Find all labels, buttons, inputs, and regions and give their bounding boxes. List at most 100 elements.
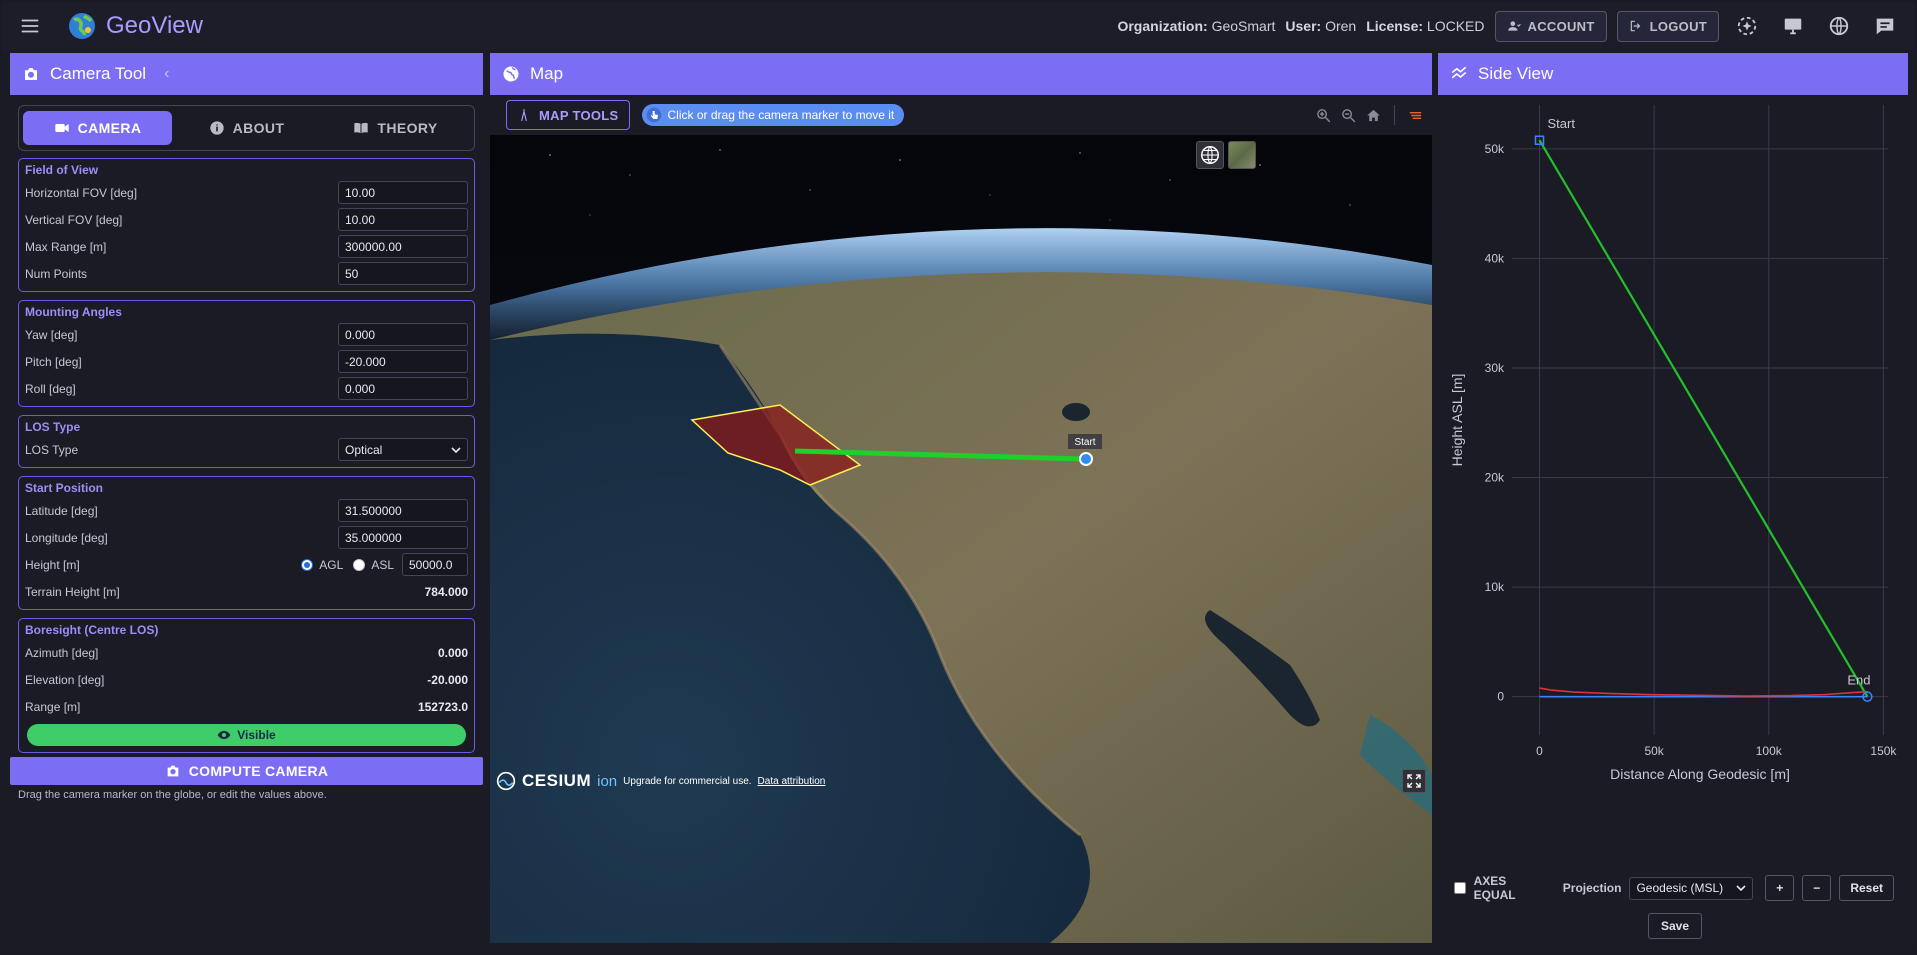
yaw-input[interactable]: 0.000 <box>338 323 468 346</box>
tab-about[interactable]: ABOUT <box>172 111 321 145</box>
fullscreen-button[interactable] <box>1402 769 1426 793</box>
section-title: LOS Type <box>25 420 81 434</box>
app-window: GeoView Organization: GeoSmart User: Ore… <box>2 2 1915 953</box>
height-mode-group: AGL ASL 50000.0 <box>301 553 468 576</box>
save-button[interactable]: Save <box>1648 913 1703 939</box>
camera-icon <box>25 68 37 80</box>
globe-icon <box>503 66 519 82</box>
side-view-plot[interactable]: 0 10k 20k 30k 40k 50k 0 50k 100k 150k Distance Alo… <box>1438 95 1908 921</box>
toolbar-divider <box>1394 105 1395 125</box>
field-of-view-section: Field of View Horizontal FOV [deg] 10.00… <box>18 158 475 292</box>
profile-chart-icon <box>1451 66 1467 79</box>
elevation-row: Elevation [deg] -20.000 <box>25 666 468 693</box>
azimuth-row: Azimuth [deg] 0.000 <box>25 639 468 666</box>
start-marker-label: Start <box>1074 437 1095 448</box>
range-value: 152723.0 <box>417 699 468 714</box>
home-icon[interactable] <box>1365 107 1382 124</box>
asl-radio[interactable] <box>353 558 366 571</box>
fullscreen-icon <box>1407 774 1421 788</box>
pitch-label: Pitch [deg] <box>25 354 82 369</box>
map-hint-pill: Click or drag the camera marker to move … <box>641 104 905 126</box>
feedback-icon[interactable] <box>1867 8 1903 44</box>
side-view-panel: Side View 0 10k 20k 30k 40k 50k 0 50k 100k 150k Di… <box>1438 53 1908 943</box>
azimuth-label: Azimuth [deg] <box>25 645 99 660</box>
map-toolbar: MAP TOOLS Click or drag the camera marke… <box>490 95 1432 135</box>
pitch-row: Pitch [deg] -20.000 <box>25 348 468 375</box>
range-label: Range [m] <box>25 699 81 714</box>
data-attribution-link[interactable]: Data attribution <box>758 776 826 787</box>
section-title: Boresight (Centre LOS) <box>25 623 159 637</box>
y-tick-label: 40k <box>1485 251 1505 265</box>
longitude-row: Longitude [deg] 35.000000 <box>25 524 468 551</box>
collapse-icon[interactable]: ‹ <box>164 65 169 83</box>
info-icon <box>209 121 224 135</box>
section-title: Field of View <box>25 163 99 177</box>
annotation-label: Start <box>1548 116 1576 131</box>
start-position-section: Start Position Latitude [deg] 31.500000 … <box>18 476 475 610</box>
map-header: Map <box>490 53 1432 95</box>
projection-select[interactable]: Geodesic (MSL) <box>1629 876 1754 900</box>
layers-icon[interactable] <box>1407 107 1424 124</box>
compute-camera-button[interactable]: COMPUTE CAMERA <box>10 757 483 785</box>
height-input[interactable]: 50000.0 <box>402 553 468 576</box>
map-tools-button[interactable]: MAP TOOLS <box>506 100 630 130</box>
tab-theory[interactable]: THEORY <box>321 111 470 145</box>
globe-scene[interactable]: Start <box>490 135 1432 943</box>
hfov-input[interactable]: 10.00 <box>338 181 468 204</box>
account-button[interactable]: ACCOUNT <box>1494 10 1607 42</box>
zoom-minus-button[interactable]: − <box>1802 875 1832 901</box>
reset-button[interactable]: Reset <box>1839 875 1894 901</box>
longitude-input[interactable]: 35.000000 <box>338 526 468 549</box>
book-icon <box>354 122 369 134</box>
globe-layer-icon <box>1201 146 1219 164</box>
visible-status-button[interactable]: Visible <box>27 724 466 746</box>
monitor-icon[interactable] <box>1775 8 1811 44</box>
terrain-height-row: Terrain Height [m] 784.000 <box>25 578 468 605</box>
agl-label: AGL <box>319 557 344 572</box>
num-points-row: Num Points 50 <box>25 260 468 287</box>
y-tick-label: 20k <box>1485 471 1505 485</box>
yaw-label: Yaw [deg] <box>25 327 78 342</box>
zoom-in-icon[interactable] <box>1315 107 1332 124</box>
los-type-label: LOS Type <box>25 442 79 457</box>
side-view-chart[interactable]: 0 10k 20k 30k 40k 50k 0 50k 100k 150k Distance Alo… <box>1438 95 1908 875</box>
pitch-input[interactable]: -20.000 <box>338 350 468 373</box>
top-bar: GeoView Organization: GeoSmart User: Ore… <box>2 2 1915 50</box>
los-type-select[interactable]: Optical <box>338 438 468 461</box>
axes-equal-checkbox[interactable] <box>1454 882 1466 894</box>
zoom-out-icon[interactable] <box>1340 107 1357 124</box>
elevation-label: Elevation [deg] <box>25 672 105 687</box>
max-range-label: Max Range [m] <box>25 239 107 254</box>
org-info: Organization: GeoSmart <box>1117 18 1276 34</box>
latitude-label: Latitude [deg] <box>25 503 98 518</box>
x-axis-label: Distance Along Geodesic [m] <box>1610 766 1790 782</box>
map-viewport[interactable]: Start CESIUM ion Upgrade for commercial … <box>490 135 1432 943</box>
num-points-input[interactable]: 50 <box>338 262 468 285</box>
vfov-input[interactable]: 10.00 <box>338 208 468 231</box>
imagery-layer-thumbnail[interactable] <box>1228 141 1256 169</box>
agl-radio[interactable] <box>301 558 314 571</box>
chevron-down-icon <box>1736 885 1746 892</box>
max-range-input[interactable]: 300000.00 <box>338 235 468 258</box>
tab-camera[interactable]: CAMERA <box>23 111 172 145</box>
roll-input[interactable]: 0.000 <box>338 377 468 400</box>
mounting-angles-section: Mounting Angles Yaw [deg] 0.000 Pitch [d… <box>18 300 475 407</box>
logout-button[interactable]: LOGOUT <box>1616 10 1719 42</box>
vfov-row: Vertical FOV [deg] 10.00 <box>25 206 468 233</box>
num-points-label: Num Points <box>25 266 88 281</box>
latitude-input[interactable]: 31.500000 <box>338 499 468 522</box>
camera-marker[interactable] <box>1079 452 1093 466</box>
menu-icon[interactable] <box>2 2 58 50</box>
cesium-credits: CESIUM ion Upgrade for commercial use. D… <box>496 771 825 791</box>
azimuth-value: 0.000 <box>437 645 468 660</box>
base-layer-picker[interactable] <box>1196 141 1224 169</box>
chevron-down-icon <box>451 446 461 453</box>
logout-icon <box>1630 20 1640 32</box>
logo-globe-icon <box>69 13 95 39</box>
zoom-plus-button[interactable]: + <box>1765 875 1795 901</box>
terrain-height-value: 784.000 <box>424 584 468 599</box>
projection-value: Geodesic (MSL) <box>1636 881 1724 895</box>
x-tick-label: 0 <box>1536 744 1543 758</box>
tour-icon[interactable] <box>1729 8 1765 44</box>
language-globe-icon[interactable] <box>1821 8 1857 44</box>
